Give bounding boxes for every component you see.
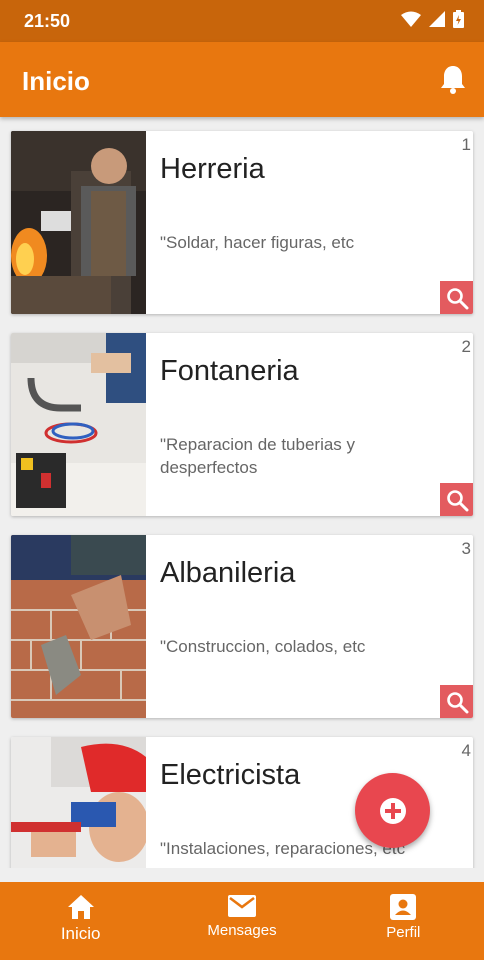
wifi-icon [401,11,421,27]
service-name: Herreria [160,153,265,185]
albanileria-photo [11,535,146,718]
status-icons [401,10,464,28]
service-card[interactable]: Herreria "Soldar, hacer figuras, etc 1 [11,131,473,314]
nav-mensages[interactable]: Mensages [161,882,322,960]
search-button[interactable] [440,483,473,516]
service-card[interactable]: Albanileria "Construccion, colados, etc … [11,535,473,718]
mail-icon [227,895,256,917]
search-icon [446,691,468,713]
search-icon [446,287,468,309]
home-icon [67,895,94,919]
add-icon [379,797,406,824]
nav-perfil[interactable]: Perfil [323,882,484,960]
service-number: 3 [461,539,471,558]
profile-icon [390,894,417,920]
nav-label: Inicio [60,924,101,943]
nav-inicio[interactable]: Inicio [0,882,161,960]
service-card[interactable]: Fontaneria "Reparacion de tuberias y des… [11,333,473,516]
service-description: "Construccion, colados, etc [160,637,366,656]
search-icon [446,489,468,511]
signal-icon [429,11,445,27]
service-name: Albanileria [160,557,296,589]
page-title: Inicio [22,66,90,96]
service-list[interactable]: Herreria "Soldar, hacer figuras, etc 1 F… [0,117,484,868]
electricista-photo [11,737,146,868]
search-button[interactable] [440,281,473,314]
bottom-navigation: Inicio Mensages Perfil [0,882,484,960]
bell-icon[interactable] [440,64,466,94]
search-button[interactable] [440,685,473,718]
status-bar: 21:50 [0,0,484,42]
service-number: 2 [461,337,471,356]
service-number: 1 [461,135,471,154]
herreria-photo [11,131,146,314]
battery-icon [453,10,464,28]
service-number: 4 [461,741,471,760]
service-name: Fontaneria [160,355,299,387]
nav-label: Mensages [207,922,277,939]
status-time: 21:50 [24,11,71,31]
service-name: Electricista [160,759,301,791]
nav-label: Perfil [386,924,421,941]
fontaneria-photo [11,333,146,516]
app-bar: Inicio [0,42,484,117]
service-description: "Reparacion de tuberias y desperfectos [160,435,356,477]
add-button[interactable] [355,773,430,848]
service-description: "Soldar, hacer figuras, etc [160,233,355,252]
